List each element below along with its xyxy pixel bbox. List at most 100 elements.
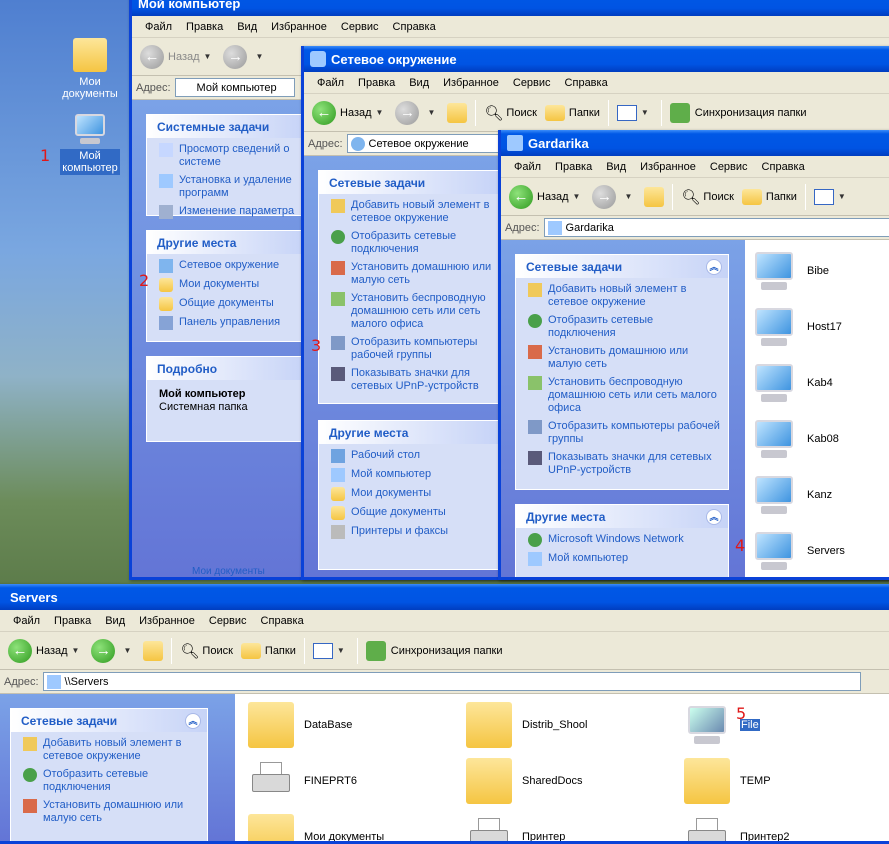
folders-button[interactable]: Папки bbox=[237, 636, 300, 666]
collapse-chevron-icon[interactable]: ︽ bbox=[185, 712, 201, 729]
collapse-chevron-icon[interactable]: ︽ bbox=[706, 258, 722, 275]
task-add-network-place[interactable]: Добавить новый элемент в сетевое окружен… bbox=[528, 283, 722, 309]
task-setup-home-network[interactable]: Установить домашнюю или малую сеть bbox=[528, 345, 722, 371]
place-network[interactable]: Сетевое окружение bbox=[159, 259, 299, 273]
sync-button[interactable]: Синхронизация папки bbox=[666, 98, 811, 128]
share-item[interactable]: Принтер bbox=[466, 814, 565, 841]
menu-favorites[interactable]: Избранное bbox=[132, 615, 202, 627]
menu-help[interactable]: Справка bbox=[755, 161, 812, 173]
search-button[interactable]: 🔍︎ Поиск bbox=[677, 182, 738, 212]
place-shared-documents[interactable]: Общие документы bbox=[159, 297, 299, 311]
share-item[interactable]: DataBase bbox=[248, 702, 352, 748]
menu-help[interactable]: Справка bbox=[386, 21, 443, 33]
task-show-upnp[interactable]: Показывать значки для сетевых UPnP-устро… bbox=[331, 367, 493, 393]
task-setup-home-network[interactable]: Установить домашнюю или малую сеть bbox=[23, 799, 201, 825]
menu-edit[interactable]: Правка bbox=[47, 615, 98, 627]
menu-file[interactable]: Файл bbox=[310, 77, 351, 89]
sync-button[interactable]: Синхронизация папки bbox=[362, 636, 507, 666]
place-desktop[interactable]: Рабочий стол bbox=[331, 449, 493, 463]
forward-button[interactable]: → ▼ bbox=[87, 636, 139, 666]
task-add-network-place[interactable]: Добавить новый элемент в сетевое окружен… bbox=[23, 737, 201, 763]
forward-button[interactable]: → ▼ bbox=[219, 42, 271, 72]
share-item[interactable]: Принтер2 bbox=[684, 814, 790, 841]
menu-help[interactable]: Справка bbox=[558, 77, 615, 89]
desktop-icon-my-computer[interactable]: Мой компьютер bbox=[58, 112, 122, 175]
title-bar[interactable]: Gardarika bbox=[501, 130, 889, 156]
address-field[interactable]: Gardarika bbox=[543, 218, 889, 237]
menu-file[interactable]: Файл bbox=[6, 615, 47, 627]
task-change-setting[interactable]: Изменение параметра bbox=[159, 205, 299, 219]
menu-tools[interactable]: Сервис bbox=[202, 615, 254, 627]
forward-button[interactable]: → ▼ bbox=[391, 98, 443, 128]
forward-button[interactable]: → ▼ bbox=[588, 182, 640, 212]
task-show-workgroup[interactable]: Отобразить компьютеры рабочей группы bbox=[331, 336, 493, 362]
back-button[interactable]: ← Назад ▼ bbox=[136, 42, 219, 72]
computer-item[interactable]: Host17 bbox=[751, 304, 842, 350]
views-button[interactable]: ▼ bbox=[309, 636, 353, 666]
back-button[interactable]: ← Назад ▼ bbox=[4, 636, 87, 666]
computer-item[interactable]: Bibe bbox=[751, 248, 829, 294]
place-control-panel[interactable]: Панель управления bbox=[159, 316, 299, 330]
task-show-connections[interactable]: Отобразить сетевые подключения bbox=[331, 230, 493, 256]
task-show-connections[interactable]: Отобразить сетевые подключения bbox=[23, 768, 201, 794]
up-button[interactable] bbox=[139, 636, 167, 666]
menu-view[interactable]: Вид bbox=[599, 161, 633, 173]
back-button[interactable]: ← Назад ▼ bbox=[308, 98, 391, 128]
task-setup-home-network[interactable]: Установить домашнюю или малую сеть bbox=[331, 261, 493, 287]
menu-tools[interactable]: Сервис bbox=[334, 21, 386, 33]
folders-button[interactable]: Папки bbox=[738, 182, 801, 212]
place-printers[interactable]: Принтеры и факсы bbox=[331, 525, 493, 539]
computer-item[interactable]: Kab4 bbox=[751, 360, 833, 406]
up-button[interactable] bbox=[640, 182, 668, 212]
up-button[interactable] bbox=[443, 98, 471, 128]
task-show-connections[interactable]: Отобразить сетевые подключения bbox=[528, 314, 722, 340]
place-ms-network[interactable]: Microsoft Windows Network bbox=[528, 533, 722, 547]
menu-view[interactable]: Вид bbox=[98, 615, 132, 627]
menu-view[interactable]: Вид bbox=[402, 77, 436, 89]
place-my-computer[interactable]: Мой компьютер bbox=[528, 552, 722, 566]
task-setup-wireless[interactable]: Установить беспроводную домашнюю сеть ил… bbox=[528, 376, 722, 415]
menu-help[interactable]: Справка bbox=[254, 615, 311, 627]
desktop-icon-my-documents[interactable]: Мои документы bbox=[58, 38, 122, 101]
title-bar[interactable]: Servers bbox=[0, 584, 889, 610]
menu-file[interactable]: Файл bbox=[138, 21, 179, 33]
place-my-computer[interactable]: Мой компьютер bbox=[331, 468, 493, 482]
address-field[interactable]: Мой компьютер bbox=[174, 78, 295, 97]
collapse-chevron-icon[interactable]: ︽ bbox=[706, 508, 722, 525]
computer-item[interactable]: Kab08 bbox=[751, 416, 839, 462]
task-add-network-place[interactable]: Добавить новый элемент в сетевое окружен… bbox=[331, 199, 493, 225]
place-shared-documents[interactable]: Общие документы bbox=[331, 506, 493, 520]
menu-favorites[interactable]: Избранное bbox=[633, 161, 703, 173]
computer-item[interactable]: Kanz bbox=[751, 472, 832, 518]
menu-tools[interactable]: Сервис bbox=[703, 161, 755, 173]
back-button[interactable]: ← Назад ▼ bbox=[505, 182, 588, 212]
place-my-documents[interactable]: Мои документы bbox=[331, 487, 493, 501]
menu-favorites[interactable]: Избранное bbox=[264, 21, 334, 33]
share-item[interactable]: Мои документы bbox=[248, 814, 384, 841]
menu-tools[interactable]: Сервис bbox=[506, 77, 558, 89]
menu-edit[interactable]: Правка bbox=[548, 161, 599, 173]
task-show-upnp[interactable]: Показывать значки для сетевых UPnP-устро… bbox=[528, 451, 722, 477]
task-add-remove-programs[interactable]: Установка и удаление программ bbox=[159, 174, 299, 200]
task-view-system-info[interactable]: Просмотр сведений о системе bbox=[159, 143, 299, 169]
computer-item-servers[interactable]: Servers bbox=[751, 528, 845, 574]
search-button[interactable]: 🔍︎ Поиск bbox=[176, 636, 237, 666]
window-gardarika[interactable]: Gardarika Файл Правка Вид Избранное Серв… bbox=[498, 130, 889, 580]
search-button[interactable]: 🔍︎ Поиск bbox=[480, 98, 541, 128]
share-item[interactable]: SharedDocs bbox=[466, 758, 583, 804]
menu-file[interactable]: Файл bbox=[507, 161, 548, 173]
share-item[interactable]: FINEPRT6 bbox=[248, 758, 357, 804]
title-bar[interactable]: Сетевое окружение bbox=[304, 46, 889, 72]
window-servers[interactable]: Servers Файл Правка Вид Избранное Сервис… bbox=[0, 584, 889, 844]
task-setup-wireless[interactable]: Установить беспроводную домашнюю сеть ил… bbox=[331, 292, 493, 331]
views-button[interactable]: ▼ bbox=[810, 182, 854, 212]
place-my-documents[interactable]: Мои документы bbox=[159, 278, 299, 292]
address-field[interactable]: \\Servers bbox=[42, 672, 861, 691]
folders-button[interactable]: Папки bbox=[541, 98, 604, 128]
views-button[interactable]: ▼ bbox=[613, 98, 657, 128]
menu-edit[interactable]: Правка bbox=[179, 21, 230, 33]
task-show-workgroup[interactable]: Отобразить компьютеры рабочей группы bbox=[528, 420, 722, 446]
menu-edit[interactable]: Правка bbox=[351, 77, 402, 89]
share-item[interactable]: Distrib_Shool bbox=[466, 702, 587, 748]
title-bar[interactable]: Мой компьютер bbox=[132, 0, 889, 16]
